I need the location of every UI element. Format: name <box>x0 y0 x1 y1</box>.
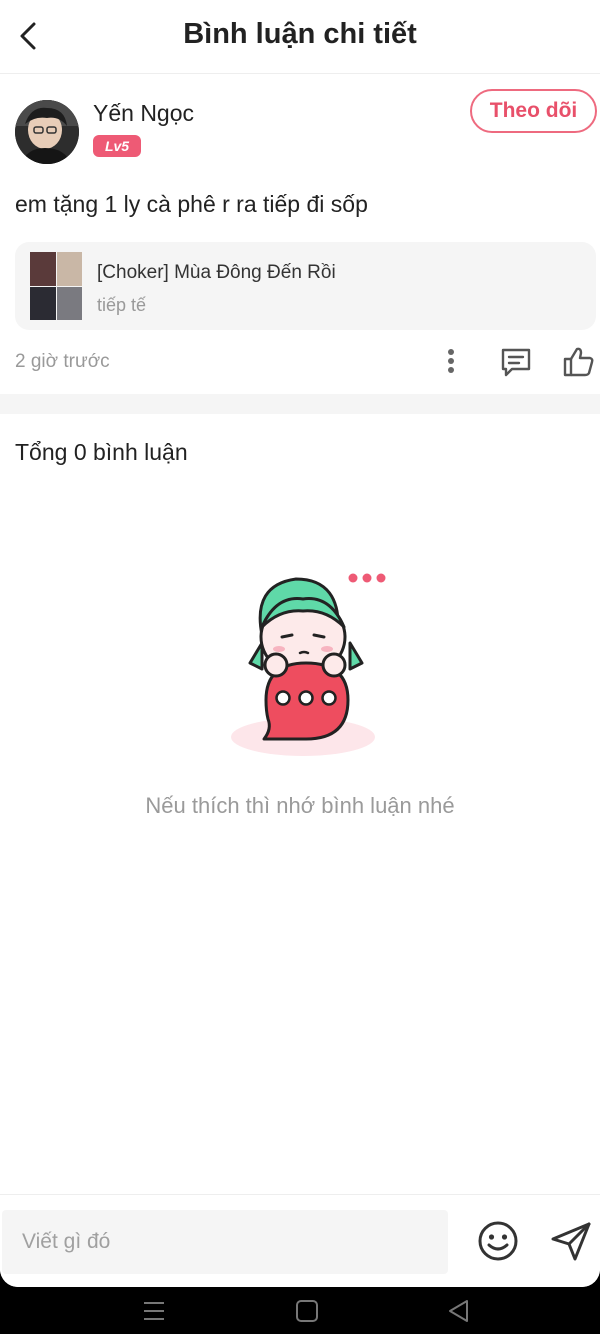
comment-icon <box>501 348 531 377</box>
comment-input[interactable] <box>2 1210 448 1274</box>
comment-button[interactable] <box>499 345 533 379</box>
empty-comments-illustration <box>226 565 386 760</box>
top-bar: Bình luận chi tiết <box>0 0 600 74</box>
square-icon <box>296 1300 318 1322</box>
post-meta-row: 2 giờ trước <box>15 345 595 381</box>
system-navigation-bar <box>0 1287 600 1334</box>
more-vertical-icon <box>448 349 454 373</box>
back-nav-button[interactable] <box>446 1299 472 1323</box>
avatar[interactable] <box>15 100 79 164</box>
comment-count: Tổng 0 bình luận <box>15 439 188 465</box>
home-button[interactable] <box>294 1299 320 1323</box>
story-cover-thumbnail <box>30 252 82 320</box>
triangle-left-icon <box>449 1300 468 1322</box>
linked-story-title: [Choker] Mùa Đông Đến Rồi <box>97 262 336 283</box>
page-title: Bình luận chi tiết <box>183 18 417 50</box>
smiley-icon <box>478 1221 518 1261</box>
emoji-button[interactable] <box>476 1219 520 1263</box>
thumbs-up-icon <box>563 347 594 377</box>
level-badge: Lv5 <box>93 135 141 157</box>
recent-apps-button[interactable] <box>141 1299 167 1323</box>
linked-story-subtitle: tiếp tế <box>97 295 147 315</box>
post-text: em tặng 1 ly cà phê r ra tiếp đi sốp <box>15 191 368 217</box>
send-button[interactable] <box>549 1219 593 1263</box>
send-icon <box>551 1222 591 1261</box>
linked-story-card[interactable]: [Choker] Mùa Đông Đến Rồi tiếp tế <box>15 242 596 330</box>
empty-comments-message: Nếu thích thì nhớ bình luận nhé <box>145 793 455 818</box>
like-button[interactable] <box>562 345 596 379</box>
more-button[interactable] <box>439 345 463 381</box>
section-divider <box>0 394 600 414</box>
comment-detail-screen: Bình luận chi tiết Yến Ngọc Lv5 Theo dõi… <box>0 0 600 1287</box>
comment-input-bar <box>0 1194 600 1287</box>
author-name[interactable]: Yến Ngọc <box>93 100 194 127</box>
follow-button[interactable]: Theo dõi <box>470 89 597 133</box>
menu-lines-icon <box>144 1302 164 1320</box>
post-timestamp: 2 giờ trước <box>15 351 110 372</box>
